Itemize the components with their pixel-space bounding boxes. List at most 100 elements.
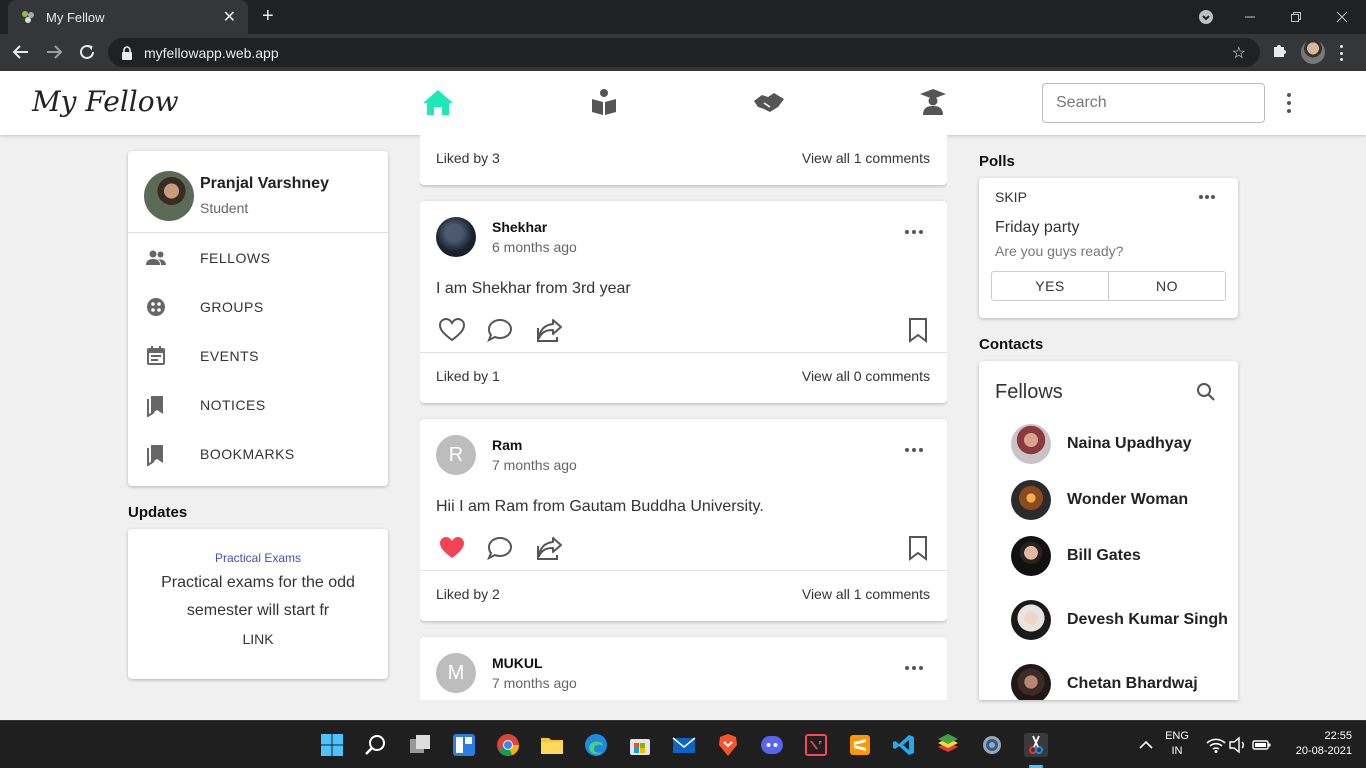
poll-more-icon[interactable] [1199,195,1215,199]
post-author-avatar[interactable]: M [436,653,476,693]
profile-card: Pranjal Varshney Student FELLOWS GROUPS … [128,151,388,486]
task-view-icon[interactable] [408,733,432,757]
post-more-icon[interactable] [905,230,923,234]
update-link[interactable]: LINK [128,631,388,647]
language-indicator[interactable]: ENG IN [1162,729,1192,759]
contact-item[interactable]: Bill Gates [1011,536,1231,576]
extensions-puzzle-icon[interactable] [1271,42,1287,63]
profile-avatar[interactable] [144,171,194,221]
app-logo[interactable]: My Fellow [32,85,179,118]
post-feed[interactable]: Liked by 3 View all 1 comments Shekhar 6… [420,135,947,700]
address-bar[interactable]: myfellowapp.web.app ☆ [108,38,1260,67]
snipping-tool-icon[interactable] [1024,733,1048,757]
share-icon[interactable] [535,534,563,562]
poll-skip-button[interactable]: SKIP [995,189,1027,205]
menu-item-label: BOOKMARKS [200,445,295,462]
post-author-name[interactable]: MUKUL [492,655,543,671]
volume-icon[interactable] [1228,733,1252,757]
browser-tab[interactable]: My Fellow ✕ [8,0,248,34]
like-heart-icon[interactable] [438,316,466,344]
share-icon[interactable] [535,316,563,344]
bookmark-icon[interactable] [904,534,932,562]
post-likes[interactable]: Liked by 1 [436,368,500,384]
bluestacks-icon[interactable] [936,733,960,757]
bookmark-star-icon[interactable]: ☆ [1232,43,1246,63]
contact-name: Devesh Kumar Singh [1067,611,1228,628]
search-taskbar-icon[interactable] [364,733,388,757]
contact-avatar [1011,536,1051,576]
update-card: Practical Exams Practical exams for the … [128,529,388,679]
wifi-icon[interactable] [1206,733,1230,757]
reload-icon[interactable] [78,43,96,64]
tab-search-icon[interactable] [1198,0,1214,34]
post-comments-link[interactable]: View all 1 comments [802,586,930,602]
post-author-avatar[interactable]: R [436,435,476,475]
poll-yes-button[interactable]: YES [992,272,1108,300]
menu-item-notices[interactable]: NOTICES [128,380,388,429]
update-category: Practical Exams [214,551,302,565]
forward-arrow-icon[interactable] [45,43,63,64]
profile-name[interactable]: Pranjal Varshney [200,175,329,193]
vscode-icon[interactable] [892,733,916,757]
post-author-avatar[interactable] [436,217,476,257]
post-author-name[interactable]: Shekhar [492,219,547,235]
menu-item-groups[interactable]: GROUPS [128,282,388,331]
store-icon[interactable] [628,733,652,757]
tab-close-icon[interactable]: ✕ [223,7,236,27]
poll-no-button[interactable]: NO [1108,272,1225,300]
comment-bubble-icon[interactable] [486,534,514,562]
post-divider [420,352,947,353]
new-tab-button[interactable]: + [262,6,274,26]
browser-menu-icon[interactable] [1340,45,1344,61]
battery-icon[interactable] [1252,733,1276,757]
mail-icon[interactable] [672,733,696,757]
sublime-icon[interactable] [848,733,872,757]
menu-item-label: GROUPS [200,298,264,315]
post-comments-link[interactable]: View all 0 comments [802,368,930,384]
contact-item[interactable]: Devesh Kumar Singh [1011,600,1231,640]
post-author-name[interactable]: Ram [492,437,522,453]
valorant-icon[interactable] [804,733,828,757]
study-icon[interactable] [587,87,621,117]
brave-icon[interactable] [716,733,740,757]
post-likes[interactable]: Liked by 2 [436,586,500,602]
contacts-card: Fellows Naina Upadhyay Wonder Woman Bill… [979,361,1238,700]
post-more-icon[interactable] [905,666,923,670]
post-likes[interactable]: Liked by 3 [436,150,500,166]
groups-icon [144,295,168,319]
contact-item[interactable]: Chetan Bhardwaj [1011,664,1231,700]
edge-icon[interactable] [584,733,608,757]
search-icon[interactable] [1196,382,1216,402]
browser-profile-avatar[interactable] [1301,40,1325,64]
search-input[interactable] [1042,83,1265,123]
file-explorer-icon[interactable] [540,733,564,757]
chevron-up-icon[interactable] [1134,733,1158,757]
clock[interactable]: 22:55 20-08-2021 [1282,729,1352,759]
post-comments-link[interactable]: View all 1 comments [802,150,930,166]
browser-toolbar: myfellowapp.web.app ☆ [0,34,1366,71]
menu-item-bookmarks[interactable]: BOOKMARKS [128,429,388,478]
post-timestamp: 7 months ago [492,675,577,691]
more-options-icon[interactable] [1281,93,1297,113]
bookmark-icon[interactable] [904,316,932,344]
menu-item-events[interactable]: EVENTS [128,331,388,380]
post-divider [420,570,947,571]
liked-heart-icon[interactable] [438,534,466,562]
widgets-icon[interactable] [452,733,476,757]
chrome-icon[interactable] [496,733,520,757]
comment-bubble-icon[interactable] [486,316,514,344]
contact-item[interactable]: Wonder Woman [1011,480,1231,520]
close-window-icon[interactable] [1336,0,1348,34]
contact-item[interactable]: Naina Upadhyay [1011,424,1231,464]
graduate-icon[interactable] [916,87,950,117]
home-icon[interactable] [421,87,455,117]
menu-item-fellows[interactable]: FELLOWS [128,233,388,282]
windows-start-icon[interactable] [320,733,344,757]
handshake-icon[interactable] [752,87,786,117]
post-more-icon[interactable] [905,448,923,452]
discord-icon[interactable] [760,733,784,757]
minimize-icon[interactable] [1244,0,1256,34]
settings-gear-icon[interactable] [980,733,1004,757]
back-arrow-icon[interactable] [12,43,30,64]
restore-icon[interactable] [1290,0,1302,34]
